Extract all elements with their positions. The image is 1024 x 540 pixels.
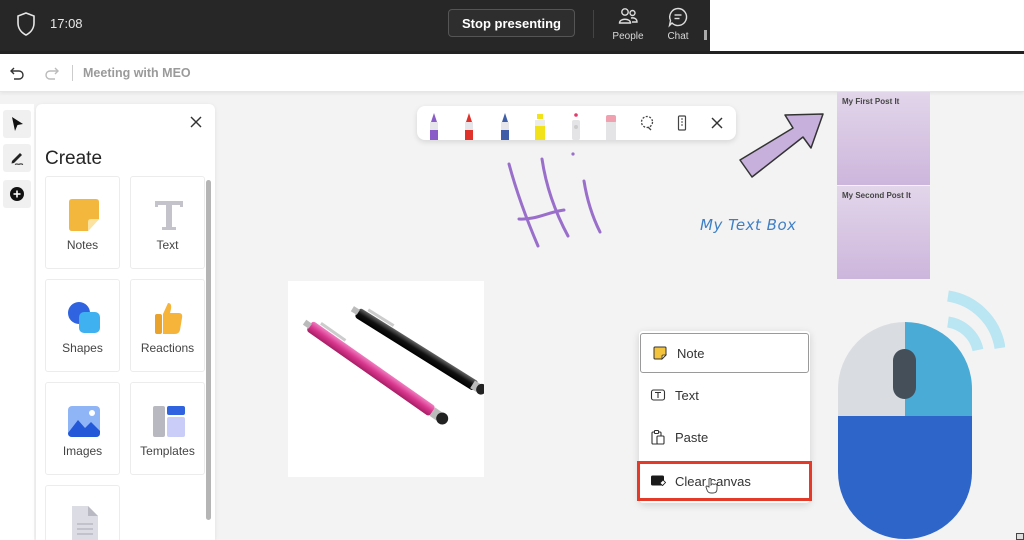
canvas-text-box[interactable]: My Text Box [700, 216, 797, 234]
stylus-pens-illustration [302, 306, 487, 425]
select-tool-button[interactable] [3, 110, 31, 138]
whiteboard-titlebar: Meeting with MEO [0, 54, 1024, 92]
computer-mouse-image[interactable] [835, 290, 1005, 540]
clear-canvas-icon [651, 475, 666, 487]
tile-label: Shapes [62, 341, 103, 355]
canvas-context-menu: Note Text Paste Clear canvas [637, 331, 812, 503]
eraser-icon[interactable] [603, 112, 619, 140]
red-pen-icon[interactable] [461, 112, 477, 140]
chat-label: Chat [667, 31, 689, 42]
pen-tool-button[interactable] [3, 144, 31, 172]
document-icon [72, 506, 98, 540]
create-tile-text[interactable]: Text [130, 176, 205, 269]
shield-icon [17, 12, 35, 36]
panel-scrollbar[interactable] [206, 180, 211, 520]
tile-label: Reactions [140, 341, 195, 355]
window-corner-handle [1016, 533, 1024, 540]
undo-icon[interactable] [9, 65, 25, 81]
tool-rail [0, 104, 34, 540]
stylus-pens-image[interactable] [288, 281, 487, 477]
laser-pointer-icon[interactable] [568, 112, 584, 140]
thumbs-up-icon [155, 303, 183, 334]
sticky-note-icon [69, 199, 99, 231]
create-tile-notes[interactable]: Notes [45, 176, 120, 269]
hand-cursor-icon [705, 478, 718, 494]
tile-label: Notes [66, 238, 99, 252]
templates-icon [153, 406, 185, 437]
create-panel: Create Notes Text Shapes Reactions Image… [36, 104, 215, 540]
chat-button[interactable]: Chat [656, 6, 700, 46]
create-tile-templates[interactable]: Templates [130, 382, 205, 475]
close-toolbar-icon[interactable] [709, 115, 725, 131]
menu-item-clear-canvas[interactable]: Clear canvas [637, 461, 812, 501]
blank-panel [710, 0, 1024, 52]
yellow-highlighter-icon[interactable] [532, 112, 548, 140]
handwritten-ink-hi[interactable] [490, 140, 620, 250]
image-icon [68, 406, 100, 437]
tile-label: Templates [140, 444, 195, 458]
people-button[interactable]: People [606, 6, 650, 46]
redo-icon[interactable] [44, 65, 60, 81]
blue-pen-icon[interactable] [497, 112, 513, 140]
toolbar-divider [593, 10, 594, 38]
create-tile-shapes[interactable]: Shapes [45, 279, 120, 372]
menu-item-label: Text [675, 387, 699, 403]
post-it-text: My First Post It [842, 97, 900, 106]
create-tile-reactions[interactable]: Reactions [130, 279, 205, 372]
create-heading: Create [45, 148, 103, 169]
menu-item-label: Paste [675, 429, 709, 445]
stop-presenting-button[interactable]: Stop presenting [448, 9, 575, 37]
post-it-note[interactable]: My Second Post It [837, 186, 930, 279]
add-tool-button[interactable] [3, 180, 31, 208]
create-tile-document[interactable] [45, 485, 120, 540]
shapes-icon [68, 302, 100, 333]
menu-item-text[interactable]: Text [639, 375, 810, 415]
titlebar-separator [72, 65, 73, 81]
inking-toolbar [417, 106, 736, 140]
pointer-icon [12, 117, 23, 131]
text-icon [155, 201, 183, 230]
people-icon [618, 8, 638, 24]
menu-item-label: Note [677, 345, 705, 361]
whiteboard-title: Meeting with MEO [83, 66, 191, 80]
create-tile-images[interactable]: Images [45, 382, 120, 475]
pen-icon [11, 153, 24, 165]
tile-label: Text [156, 238, 179, 252]
paste-icon [651, 430, 665, 445]
purple-pen-icon[interactable] [426, 112, 442, 140]
add-circle-icon [10, 187, 24, 201]
menu-item-paste[interactable]: Paste [639, 417, 810, 457]
more-options-edge [704, 30, 707, 40]
ruler-icon[interactable] [674, 115, 690, 131]
text-box-icon [650, 389, 666, 401]
meeting-time: 17:08 [50, 16, 83, 31]
meeting-control-bar: 17:08 Stop presenting People Chat [0, 0, 710, 52]
arrow-shape[interactable] [735, 108, 827, 188]
post-it-text: My Second Post It [842, 191, 911, 200]
note-icon [653, 346, 667, 360]
menu-item-note[interactable]: Note [640, 333, 809, 373]
whiteboard-app: 17:08 Stop presenting People Chat Meetin… [0, 0, 1024, 540]
close-panel-icon[interactable] [188, 114, 204, 130]
tile-label: Images [62, 444, 103, 458]
chat-icon [668, 7, 688, 28]
lasso-icon[interactable] [639, 115, 655, 131]
post-it-note[interactable]: My First Post It [837, 92, 930, 185]
people-label: People [612, 31, 644, 42]
